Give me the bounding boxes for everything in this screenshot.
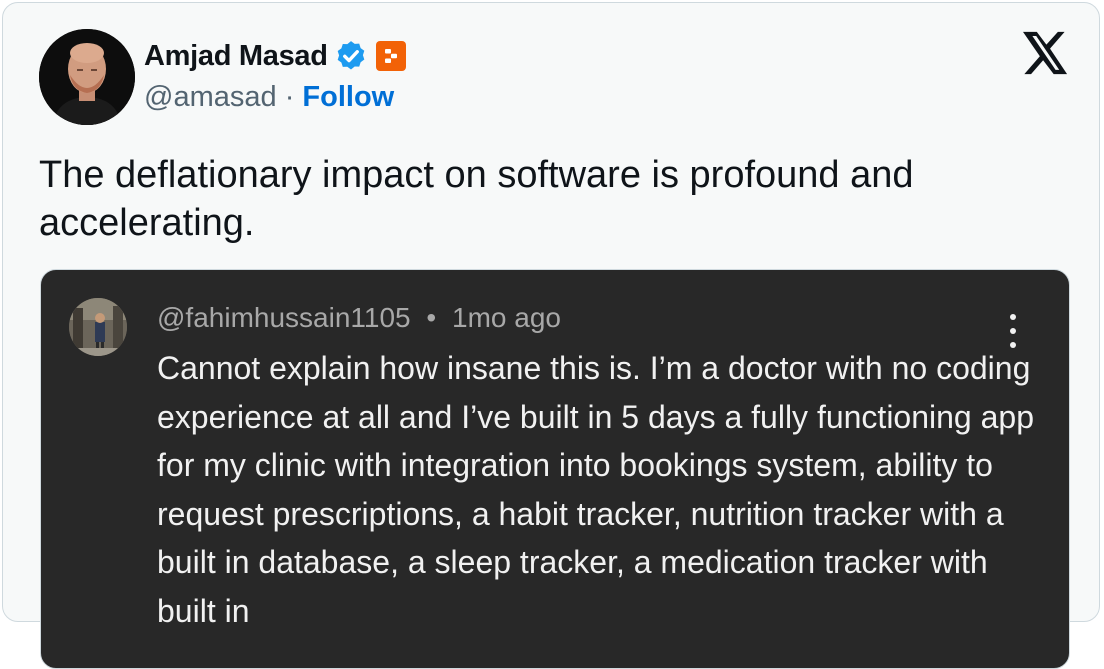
author-avatar-image [39, 29, 135, 125]
commenter-handle[interactable]: @fahimhussain1105 [157, 302, 411, 333]
x-logo-icon[interactable] [1023, 31, 1069, 75]
tweet-card[interactable]: Amjad Masad @amasad · Follow The deflati… [2, 2, 1100, 669]
commenter-avatar-image [69, 298, 127, 356]
author-avatar[interactable] [39, 29, 135, 125]
more-dot [1010, 328, 1016, 334]
author-name-row: Amjad Masad [144, 39, 406, 73]
replit-logo-icon [384, 49, 397, 63]
more-vertical-icon[interactable] [1003, 314, 1023, 348]
author-name[interactable]: Amjad Masad [144, 40, 328, 73]
comment-time: 1mo ago [452, 302, 561, 333]
comment-header: @fahimhussain1105 • 1mo ago [157, 302, 561, 334]
comment-text: Cannot explain how insane this is. I’m a… [157, 350, 1034, 629]
tweet-text: The deflationary impact on software is p… [39, 154, 914, 244]
more-dot [1010, 314, 1016, 320]
commenter-avatar[interactable] [69, 298, 127, 356]
follow-button[interactable]: Follow [302, 81, 394, 113]
replit-badge-icon[interactable] [375, 41, 406, 71]
handle-separator: · [284, 81, 295, 113]
verified-check-icon [337, 41, 364, 70]
author-handle[interactable]: @amasad [144, 81, 277, 113]
author-handle-row: @amasad · Follow [144, 81, 394, 114]
quoted-comment-card[interactable]: @fahimhussain1105 • 1mo ago Cannot expla… [40, 269, 1070, 669]
comment-separator: • [426, 302, 437, 333]
